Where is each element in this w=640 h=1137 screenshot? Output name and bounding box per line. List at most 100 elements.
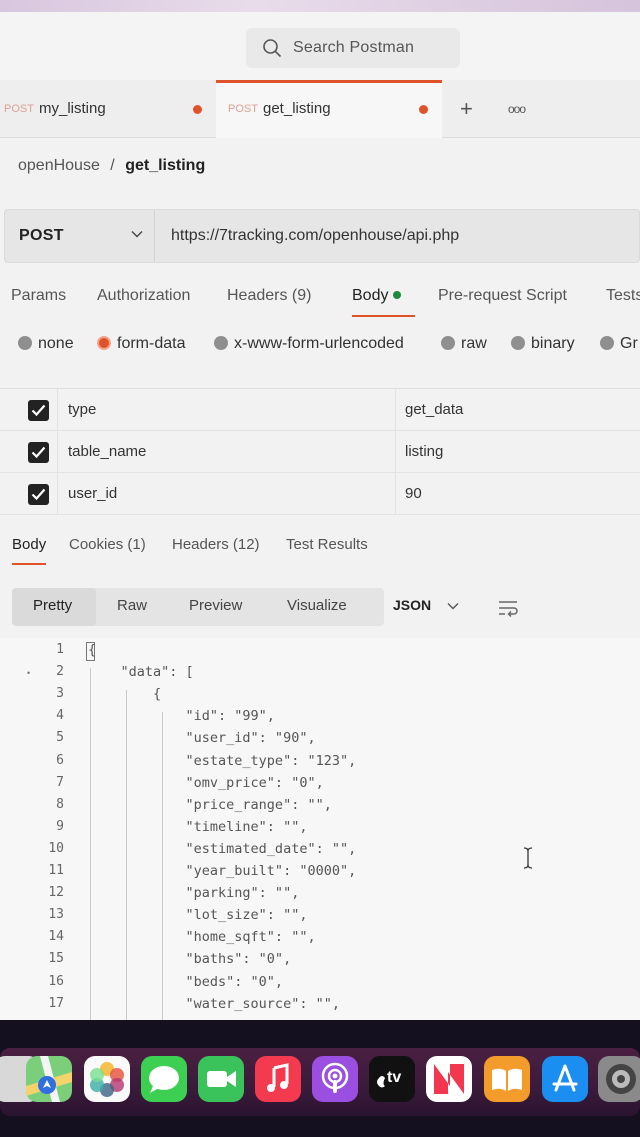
radio-circle bbox=[600, 336, 614, 350]
column-divider bbox=[57, 431, 58, 473]
app-store-dock-icon[interactable] bbox=[542, 1056, 588, 1102]
tab-params[interactable]: Params bbox=[11, 287, 66, 305]
tab-headers[interactable]: Headers (9) bbox=[227, 287, 311, 305]
tab-authorization[interactable]: Authorization bbox=[97, 287, 190, 305]
view-visualize-button[interactable]: Visualize bbox=[287, 597, 347, 614]
url-input[interactable]: https://7tracking.com/openhouse/api.php bbox=[171, 227, 459, 245]
radio-circle bbox=[511, 336, 525, 350]
code-text: "data": [ bbox=[88, 664, 194, 681]
wrap-lines-icon[interactable] bbox=[497, 598, 519, 618]
method-select[interactable]: POST bbox=[5, 210, 155, 262]
text-cursor-icon bbox=[523, 847, 533, 869]
line-number: 15 bbox=[48, 951, 64, 967]
column-divider bbox=[395, 389, 396, 431]
radio-graphql[interactable]: Gr bbox=[600, 335, 638, 353]
radio-binary[interactable]: binary bbox=[511, 335, 575, 353]
row-checkbox[interactable] bbox=[28, 400, 49, 421]
radio-none[interactable]: none bbox=[18, 335, 74, 353]
code-text: "omv_price": "0", bbox=[88, 774, 324, 791]
tab-method: POST bbox=[4, 103, 34, 115]
response-body-editor[interactable]: • 1{2 "data": [3 {4 "id": "99", 5 "user_i… bbox=[0, 638, 640, 1020]
line-number: 6 bbox=[56, 752, 64, 768]
search-bar[interactable]: Search Postman bbox=[246, 28, 460, 68]
form-value[interactable]: 90 bbox=[405, 485, 422, 502]
column-divider bbox=[395, 473, 396, 515]
form-value[interactable]: listing bbox=[405, 443, 443, 460]
radio-raw[interactable]: raw bbox=[441, 335, 487, 353]
response-tab-cookies[interactable]: Cookies (1) bbox=[69, 536, 146, 553]
tab-pre-request-script[interactable]: Pre-request Script bbox=[438, 287, 567, 305]
view-preview-button[interactable]: Preview bbox=[189, 597, 242, 614]
code-line: 1{ bbox=[0, 642, 640, 664]
code-line: 8 "price_range": "", bbox=[0, 797, 640, 819]
form-value[interactable]: get_data bbox=[405, 401, 463, 418]
system-settings-dock-icon[interactable] bbox=[598, 1056, 640, 1102]
radio-circle-selected bbox=[97, 336, 111, 350]
code-line: 13 "lot_size": "", bbox=[0, 907, 640, 929]
line-number: 11 bbox=[48, 863, 64, 878]
code-line: 11 "year_built": "0000", bbox=[0, 863, 640, 885]
code-line: 17 "water_source": "", bbox=[0, 996, 640, 1018]
form-row: type get_data bbox=[0, 389, 640, 431]
new-tab-plus-icon[interactable]: + bbox=[460, 96, 473, 122]
code-text: "estimated_date": "", bbox=[88, 840, 357, 857]
code-text: "user_id": "90", bbox=[88, 730, 316, 747]
row-checkbox[interactable] bbox=[28, 442, 49, 463]
line-number: 3 bbox=[56, 686, 64, 702]
row-checkbox[interactable] bbox=[28, 484, 49, 505]
code-text: "id": "99", bbox=[88, 708, 275, 725]
form-key[interactable]: type bbox=[68, 401, 96, 418]
podcasts-dock-icon[interactable] bbox=[312, 1056, 358, 1102]
check-icon bbox=[31, 404, 46, 417]
code-line: 16 "beds": "0", bbox=[0, 974, 640, 996]
facetime-dock-icon[interactable] bbox=[198, 1056, 244, 1102]
tab-tests[interactable]: Tests bbox=[606, 287, 640, 305]
view-raw-button[interactable]: Raw bbox=[117, 597, 147, 614]
radio-label: Gr bbox=[620, 335, 638, 352]
tab-my-listing[interactable]: POST my_listing bbox=[0, 80, 216, 138]
radio-form-data[interactable]: form-data bbox=[97, 335, 185, 353]
tab-body-label: Body bbox=[352, 287, 389, 304]
line-number: 14 bbox=[48, 929, 64, 945]
maps-dock-icon[interactable] bbox=[26, 1056, 72, 1102]
news-dock-icon[interactable] bbox=[426, 1056, 472, 1102]
response-tab-test-results[interactable]: Test Results bbox=[286, 536, 368, 553]
tab-name: get_listing bbox=[263, 100, 331, 117]
radio-x-www-form-urlencoded[interactable]: x-www-form-urlencoded bbox=[214, 335, 404, 353]
tab-method: POST bbox=[228, 103, 258, 115]
messages-dock-icon[interactable] bbox=[141, 1056, 187, 1102]
line-number: 13 bbox=[48, 907, 64, 923]
response-tab-body[interactable]: Body bbox=[12, 536, 47, 565]
tab-get-listing[interactable]: POST get_listing bbox=[216, 80, 442, 138]
line-number: 9 bbox=[56, 818, 64, 834]
breadcrumb-collection[interactable]: openHouse bbox=[18, 157, 100, 174]
radio-label: binary bbox=[531, 335, 575, 352]
code-text: "timeline": "", bbox=[88, 818, 308, 835]
code-line: 3 { bbox=[0, 686, 640, 708]
code-text: "year_built": "0000", bbox=[88, 863, 357, 879]
form-row: user_id 90 bbox=[0, 473, 640, 515]
code-line: 14 "home_sqft": "", bbox=[0, 929, 640, 951]
format-select[interactable]: JSON bbox=[393, 597, 459, 613]
breadcrumb: openHouse / get_listing bbox=[18, 157, 205, 175]
form-row: table_name listing bbox=[0, 431, 640, 473]
search-icon bbox=[263, 39, 282, 58]
more-tabs-icon[interactable]: ooo bbox=[508, 102, 526, 116]
photos-dock-icon[interactable] bbox=[84, 1056, 130, 1102]
line-number: 4 bbox=[56, 708, 64, 724]
form-key[interactable]: user_id bbox=[68, 485, 117, 502]
response-tab-headers[interactable]: Headers (12) bbox=[172, 536, 260, 553]
code-text: "estate_type": "123", bbox=[88, 752, 357, 769]
books-dock-icon[interactable] bbox=[484, 1056, 530, 1102]
music-dock-icon[interactable] bbox=[255, 1056, 301, 1102]
column-divider bbox=[57, 389, 58, 431]
view-pretty-button[interactable]: Pretty bbox=[12, 588, 96, 626]
line-number: 8 bbox=[56, 796, 64, 812]
chevron-down-icon bbox=[131, 231, 143, 238]
form-key[interactable]: table_name bbox=[68, 443, 146, 460]
tab-body[interactable]: Body bbox=[352, 287, 417, 317]
code-line: 15 "baths": "0", bbox=[0, 951, 640, 973]
apple-tv-dock-icon[interactable]: tv bbox=[369, 1056, 415, 1102]
body-active-dot bbox=[393, 291, 402, 299]
code-line: 6 "estate_type": "123", bbox=[0, 753, 640, 775]
